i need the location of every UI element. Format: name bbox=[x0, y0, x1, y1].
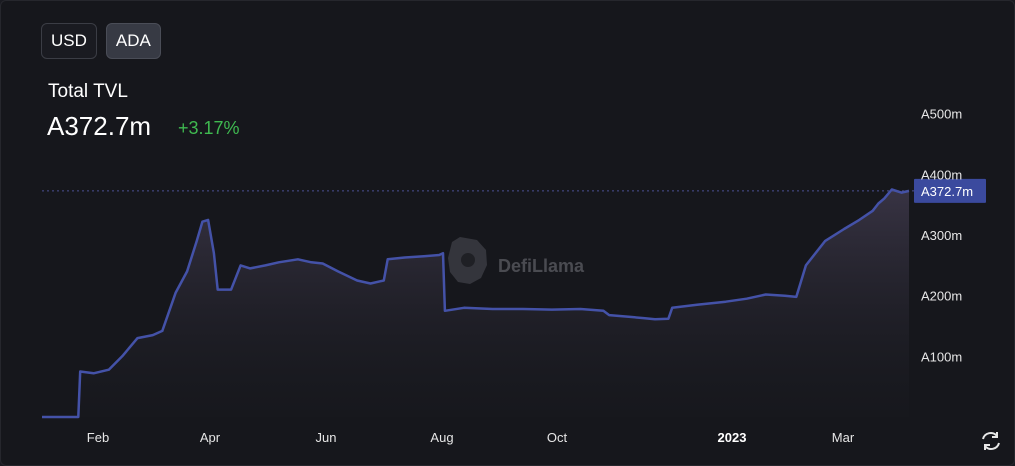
current-value-tag: A372.7m bbox=[914, 178, 986, 203]
x-tick-label: Jun bbox=[316, 430, 337, 445]
x-tick-label: Feb bbox=[87, 430, 109, 445]
y-tick-label: A400m bbox=[921, 167, 962, 182]
y-axis: A100m A200m A300m A400m A500m bbox=[921, 107, 962, 365]
current-value-label: A372.7m bbox=[921, 184, 973, 199]
x-axis: Feb Apr Jun Aug Oct 2023 Mar bbox=[87, 430, 855, 445]
llama-eye-icon bbox=[461, 253, 475, 267]
x-tick-label: Mar bbox=[832, 430, 855, 445]
watermark-text: DefiLlama bbox=[498, 256, 585, 276]
x-tick-label: 2023 bbox=[718, 430, 747, 445]
x-tick-label: Apr bbox=[200, 430, 221, 445]
tvl-chart[interactable]: DefiLlama A372.7m A100m A200m A300m A400m A5… bbox=[0, 0, 1015, 466]
x-tick-label: Aug bbox=[430, 430, 453, 445]
defillama-watermark: DefiLlama bbox=[448, 237, 585, 284]
y-tick-label: A200m bbox=[921, 289, 962, 304]
refresh-button[interactable] bbox=[978, 428, 1004, 454]
y-tick-label: A300m bbox=[921, 228, 962, 243]
refresh-icon bbox=[982, 432, 1000, 450]
y-tick-label: A500m bbox=[921, 107, 962, 122]
y-tick-label: A100m bbox=[921, 349, 962, 364]
x-tick-label: Oct bbox=[547, 430, 568, 445]
